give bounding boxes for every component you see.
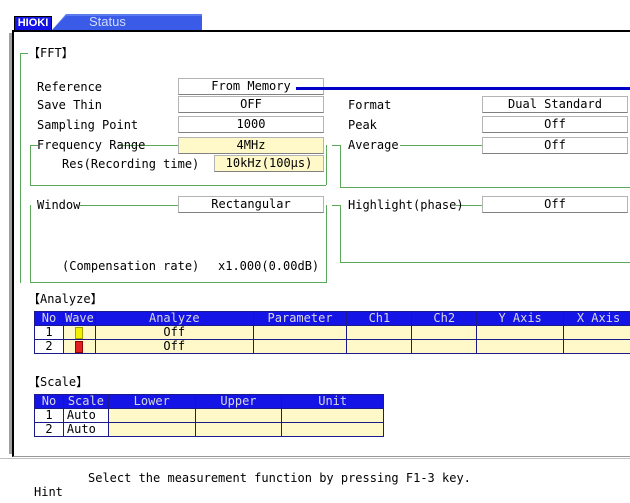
upper-cell[interactable] <box>194 422 283 437</box>
reference-label: Reference <box>37 80 103 94</box>
ch1-cell[interactable] <box>346 325 413 340</box>
highlight-group-left <box>340 205 341 262</box>
save-thin-label: Save Thin <box>37 98 103 112</box>
average-field[interactable]: Off <box>482 137 628 154</box>
analyze-cell[interactable]: Off <box>94 325 254 340</box>
col-ch2: Ch2 <box>411 311 478 326</box>
window-group-right <box>326 205 327 283</box>
col-x-axis: X Axis <box>563 311 630 326</box>
frequency-range-label: Frequency Range <box>37 138 146 152</box>
window-group-bottom <box>30 282 326 283</box>
wave-color-icon <box>75 340 84 353</box>
ch2-cell[interactable] <box>411 339 478 354</box>
average-group-left <box>340 145 341 187</box>
fft-bracket-vline <box>20 53 21 283</box>
table-row[interactable]: 1 Off <box>34 325 630 340</box>
average-label: Average <box>348 138 399 152</box>
wave-swatch-cell[interactable] <box>62 339 96 354</box>
hint-label: Hint <box>34 485 63 499</box>
highlight-field[interactable]: Off <box>482 196 628 213</box>
frame-shadow <box>9 33 12 454</box>
res-field[interactable]: 10kHz(100μs) <box>214 155 324 172</box>
col-no: No <box>34 394 64 409</box>
scale-header-row: No Scale Lower Upper Unit <box>34 394 384 409</box>
col-no: No <box>34 311 64 326</box>
format-field[interactable]: Dual Standard <box>482 96 628 113</box>
tab-status-shape <box>52 14 202 30</box>
row-no: 1 <box>34 408 64 423</box>
window-group-top <box>80 205 178 206</box>
sampling-point-label: Sampling Point <box>37 118 139 132</box>
col-scale: Scale <box>62 394 109 409</box>
ch2-cell[interactable] <box>411 325 478 340</box>
analyze-heading: 【Analyze】 <box>28 292 103 306</box>
unit-cell[interactable] <box>281 422 384 437</box>
unit-cell[interactable] <box>281 408 384 423</box>
scale-cell[interactable]: Auto <box>62 408 109 423</box>
scale-table: No Scale Lower Upper Unit 1 Auto 2 Auto <box>34 394 384 437</box>
y-axis-cell[interactable] <box>476 325 565 340</box>
row-no: 1 <box>34 325 64 340</box>
hint-text: Select the measurement function by press… <box>88 471 471 485</box>
highlight-group-tick <box>332 205 340 206</box>
frequency-range-field[interactable]: 4MHz <box>178 137 324 154</box>
window-field[interactable]: Rectangular <box>178 196 324 213</box>
row-no: 2 <box>34 422 64 437</box>
parameter-cell[interactable] <box>252 325 348 340</box>
reference-line <box>296 87 630 90</box>
highlight-label: Highlight(phase) <box>348 198 464 212</box>
freq-group-bottom <box>30 185 326 186</box>
scale-heading: 【Scale】 <box>28 375 89 389</box>
highlight-group-bottom <box>340 262 630 263</box>
window-group-left <box>30 205 31 283</box>
table-row[interactable]: 2 Off <box>34 339 630 354</box>
window-label: Window <box>37 198 81 212</box>
analyze-header-row: No Wave Analyze Parameter Ch1 Ch2 Y Axis… <box>34 311 630 326</box>
col-lower: Lower <box>107 394 196 409</box>
hint-divider <box>0 458 630 459</box>
wave-color-icon <box>75 326 84 339</box>
tab-status[interactable]: Status <box>52 14 202 30</box>
table-row[interactable]: 1 Auto <box>34 408 384 423</box>
freq-group-right <box>326 145 327 185</box>
col-analyze: Analyze <box>94 311 254 326</box>
analyze-cell[interactable]: Off <box>94 339 254 354</box>
ch1-cell[interactable] <box>346 339 413 354</box>
col-parameter: Parameter <box>252 311 348 326</box>
row-no: 2 <box>34 339 64 354</box>
lower-cell[interactable] <box>107 408 196 423</box>
col-wave: Wave <box>62 311 96 326</box>
col-ch1: Ch1 <box>346 311 413 326</box>
format-label: Format <box>348 98 392 112</box>
col-upper: Upper <box>194 394 283 409</box>
average-group-bottom <box>340 187 630 188</box>
res-label: Res(Recording time) <box>62 157 200 171</box>
freq-group-left <box>30 145 31 185</box>
table-row[interactable]: 2 Auto <box>34 422 384 437</box>
compensation-value: x1.000(0.00dB) <box>218 259 320 273</box>
peak-field[interactable]: Off <box>482 116 628 133</box>
average-group-tick <box>332 145 340 146</box>
x-axis-cell[interactable] <box>563 325 630 340</box>
y-axis-cell[interactable] <box>476 339 565 354</box>
col-y-axis: Y Axis <box>476 311 565 326</box>
tab-status-label: Status <box>89 14 126 29</box>
fft-bracket-line <box>20 53 28 54</box>
analyze-table: No Wave Analyze Parameter Ch1 Ch2 Y Axis… <box>34 311 630 354</box>
lower-cell[interactable] <box>107 422 196 437</box>
scale-cell[interactable]: Auto <box>62 422 109 437</box>
save-thin-field[interactable]: OFF <box>178 96 324 113</box>
compensation-label: (Compensation rate) <box>62 259 200 273</box>
peak-label: Peak <box>348 118 377 132</box>
parameter-cell[interactable] <box>252 339 348 354</box>
x-axis-cell[interactable] <box>563 339 630 354</box>
col-unit: Unit <box>281 394 384 409</box>
average-group-top <box>400 145 482 146</box>
hioki-logo: HIOKI <box>14 16 52 31</box>
sampling-point-field[interactable]: 1000 <box>178 116 324 133</box>
fft-heading: 【FFT】 <box>28 46 74 60</box>
wave-swatch-cell[interactable] <box>62 325 96 340</box>
upper-cell[interactable] <box>194 408 283 423</box>
